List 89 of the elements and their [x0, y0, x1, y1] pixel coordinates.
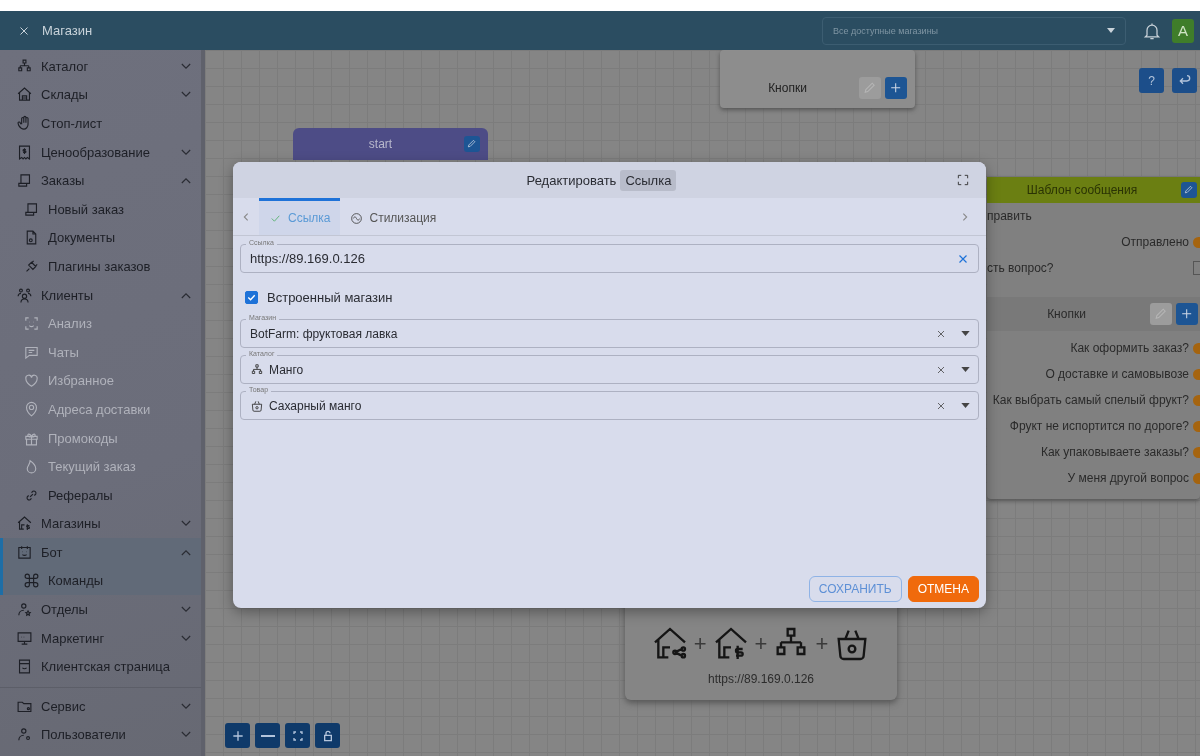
minus-icon	[260, 734, 275, 737]
fit-view-button[interactable]	[285, 723, 310, 748]
checkbox[interactable]	[1193, 261, 1200, 275]
edit-button[interactable]	[1181, 182, 1197, 198]
node-url: https://89.169.0.126	[707, 672, 815, 686]
store-select[interactable]: Все доступные магазины	[822, 16, 1126, 45]
plus-sign: +	[754, 631, 768, 657]
node-button-label: У меня другой вопрос	[1067, 471, 1189, 485]
caret-icon	[1107, 28, 1115, 33]
zoom-in-button[interactable]	[225, 723, 250, 748]
face-scan-icon	[23, 315, 40, 333]
sidebar-item[interactable]: Маркетинг	[3, 623, 201, 653]
checkbox-label: Встроенный магазин	[267, 290, 393, 305]
undo-button[interactable]	[1172, 68, 1197, 93]
sidebar-item[interactable]: Клиентская страница	[3, 652, 201, 682]
pencil-icon	[466, 138, 478, 150]
sidebar-subitem[interactable]: Новый заказ	[3, 194, 201, 224]
node-text: сть вопрос?	[987, 261, 1054, 275]
checkbox[interactable]	[245, 291, 258, 304]
title-tag: Ссылка	[620, 169, 677, 191]
node-section-header: Кнопки	[987, 297, 1200, 331]
pencil-icon	[862, 80, 878, 96]
sidebar-item[interactable]: Бот	[3, 538, 201, 567]
zoom-out-button[interactable]	[255, 723, 280, 748]
node-button-label: Как выбрать самый спелый фрукт?	[992, 393, 1189, 407]
node-title: Кнопки	[767, 81, 808, 95]
basket-icon	[250, 398, 264, 413]
sidebar-item[interactable]: Отделы	[3, 595, 201, 624]
caret-icon	[961, 367, 970, 372]
node-text: Отправлено	[1121, 235, 1189, 249]
help-button[interactable]: ?	[1139, 68, 1164, 93]
node-button-label: О доставке и самовывозе	[1045, 367, 1189, 381]
clipboard-icon	[16, 172, 33, 190]
node-button-label: Фрукт не испортится по дороге?	[1009, 419, 1189, 433]
edit-button[interactable]	[464, 136, 480, 152]
sidebar-item[interactable]: Заказы	[3, 166, 201, 195]
dialog-title: Редактировать	[526, 172, 617, 188]
flow-node-header[interactable]: start	[293, 128, 488, 160]
lock-button[interactable]	[315, 723, 340, 748]
sidebar-subitem[interactable]: Рефералы	[3, 480, 201, 510]
hierarchy-icon	[250, 362, 264, 377]
cancel-button[interactable]: ОТМЕНА	[907, 576, 979, 602]
node-title: start	[367, 137, 394, 151]
location-pin-icon	[23, 400, 40, 418]
page-smiley-icon	[16, 658, 33, 676]
store-dollar-icon	[16, 515, 33, 533]
add-button[interactable]	[1176, 303, 1198, 325]
sidebar-item[interactable]: Стоп-лист	[3, 109, 201, 138]
node-button-label: Как оформить заказ?	[1070, 341, 1189, 355]
sidebar-item[interactable]: Пользователи	[3, 720, 201, 750]
avatar[interactable]: A	[1172, 18, 1194, 43]
node-header: Шаблон сообщения	[987, 177, 1200, 203]
node-text: править	[987, 209, 1032, 223]
user-star-icon	[16, 601, 33, 619]
caret-icon	[961, 403, 970, 408]
clipboard-icon	[23, 200, 40, 218]
close-icon[interactable]	[18, 24, 30, 37]
sidebar-item[interactable]: Сервис	[3, 692, 201, 721]
sidebar-item[interactable]: Магазины	[3, 509, 201, 539]
tab[interactable]: Ссылка	[259, 198, 341, 235]
chevron-right-icon[interactable]	[960, 211, 970, 222]
sidebar-item[interactable]: Склады	[3, 80, 201, 110]
heart-icon	[23, 372, 40, 390]
receipt-icon	[16, 143, 33, 161]
people-icon	[16, 286, 33, 304]
app-title: Магазин	[42, 23, 93, 38]
save-button[interactable]: СОХРАНИТЬ	[808, 576, 902, 602]
plus-sign: +	[693, 631, 707, 657]
monitor-icon	[16, 629, 33, 647]
sidebar-subitem[interactable]: Команды	[3, 566, 201, 596]
sidebar-item[interactable]: Клиенты	[3, 280, 201, 310]
smiley-calendar-icon	[16, 543, 33, 561]
pencil-icon	[1183, 184, 1195, 196]
flow-node[interactable]: Кнопки	[720, 50, 915, 108]
fullscreen-icon[interactable]	[956, 173, 970, 187]
chevron-left-icon[interactable]	[241, 211, 251, 222]
flow-node[interactable]	[987, 177, 1200, 499]
sidebar-item[interactable]: Ценообразование	[3, 137, 201, 167]
pencil-icon	[1153, 306, 1169, 322]
command-icon	[23, 572, 40, 590]
sidebar-subitem[interactable]: Плагины заказов	[3, 252, 201, 281]
caret-icon	[961, 331, 970, 336]
warehouse-icon	[16, 86, 33, 104]
sidebar-subitem[interactable]: Документы	[3, 223, 201, 253]
plus-sign: +	[815, 631, 829, 657]
add-button[interactable]	[885, 77, 907, 99]
tab[interactable]: Стилизация	[340, 198, 447, 235]
node-button-label: Как упаковываете заказы?	[1040, 445, 1189, 459]
sidebar-item[interactable]: Каталог	[3, 52, 201, 81]
